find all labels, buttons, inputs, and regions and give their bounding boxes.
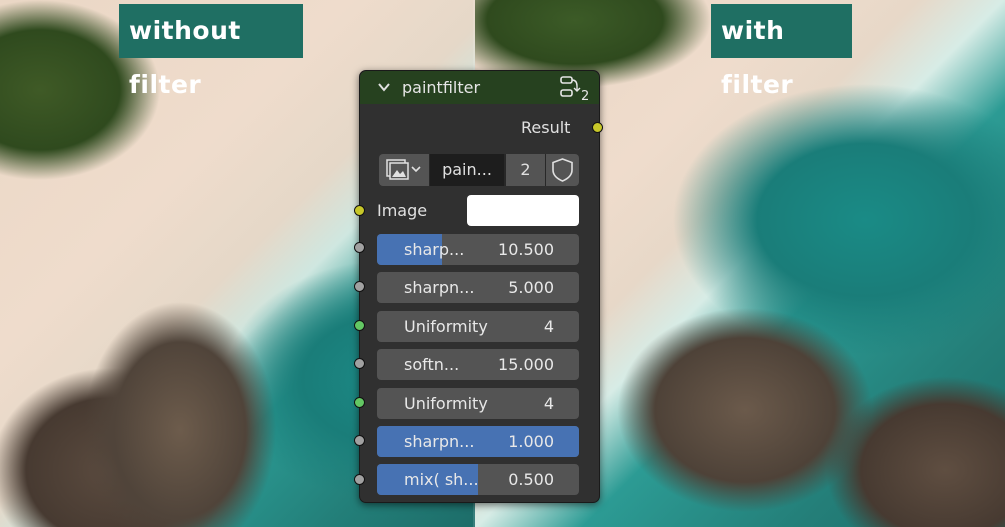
input-socket-6[interactable] — [354, 435, 365, 446]
sharpness-field-2[interactable]: sharpn... 5.000 — [377, 272, 579, 303]
field-value: 4 — [543, 394, 554, 413]
caption-with-filter: with filter — [711, 4, 852, 99]
field-label: sharpn... — [404, 432, 475, 451]
field-label: softn... — [404, 355, 460, 374]
input-socket-3[interactable] — [354, 320, 365, 331]
caption-without-filter: without filter — [119, 4, 303, 99]
image-input-socket[interactable] — [354, 205, 365, 216]
user-count-button[interactable]: 2 — [506, 154, 545, 186]
field-value: 4 — [543, 317, 554, 336]
paintfilter-node[interactable]: paintfilter 2 Result pain... 2 Image sha… — [354, 70, 603, 503]
field-label: sharp... — [404, 240, 465, 259]
field-value: 10.500 — [498, 240, 554, 259]
field-label: Uniformity — [404, 394, 488, 413]
input-socket-7[interactable] — [354, 474, 365, 485]
node-group-name-field[interactable]: pain... — [430, 154, 504, 186]
browse-node-group-button[interactable] — [379, 154, 429, 186]
fake-user-shield-button[interactable] — [546, 154, 579, 186]
field-label: sharpn... — [404, 278, 475, 297]
mix-slider[interactable]: mix( sh... 0.500 — [377, 464, 579, 495]
sharpness-slider-3[interactable]: sharpn... 1.000 — [377, 426, 579, 457]
field-value: 5.000 — [508, 278, 554, 297]
node-title: paintfilter — [402, 78, 481, 97]
image-stack-icon — [386, 159, 421, 180]
result-output-socket[interactable] — [592, 122, 603, 133]
field-label: Uniformity — [404, 317, 488, 336]
shield-icon — [552, 158, 573, 182]
node-group-icon[interactable]: 2 — [558, 75, 592, 101]
softness-field[interactable]: softn... 15.000 — [377, 349, 579, 380]
result-output-label: Result — [521, 118, 571, 137]
field-value: 0.500 — [508, 470, 554, 489]
field-label: mix( sh... — [404, 470, 479, 489]
input-socket-2[interactable] — [354, 281, 365, 292]
uniformity-field-1[interactable]: Uniformity 4 — [377, 311, 579, 342]
input-socket-1[interactable] — [354, 242, 365, 253]
uniformity-field-2[interactable]: Uniformity 4 — [377, 388, 579, 419]
input-socket-4[interactable] — [354, 358, 365, 369]
image-input-label: Image — [377, 201, 428, 220]
input-socket-5[interactable] — [354, 397, 365, 408]
sharpness-slider-1[interactable]: sharp... 10.500 — [377, 234, 579, 265]
node-group-datablock-selector[interactable]: pain... 2 — [379, 154, 579, 186]
field-value: 15.000 — [498, 355, 554, 374]
image-color-swatch[interactable] — [467, 195, 579, 226]
field-value: 1.000 — [508, 432, 554, 451]
group-user-count: 2 — [581, 89, 589, 101]
chevron-down-icon[interactable] — [376, 79, 392, 95]
node-header[interactable]: paintfilter 2 — [360, 71, 599, 104]
